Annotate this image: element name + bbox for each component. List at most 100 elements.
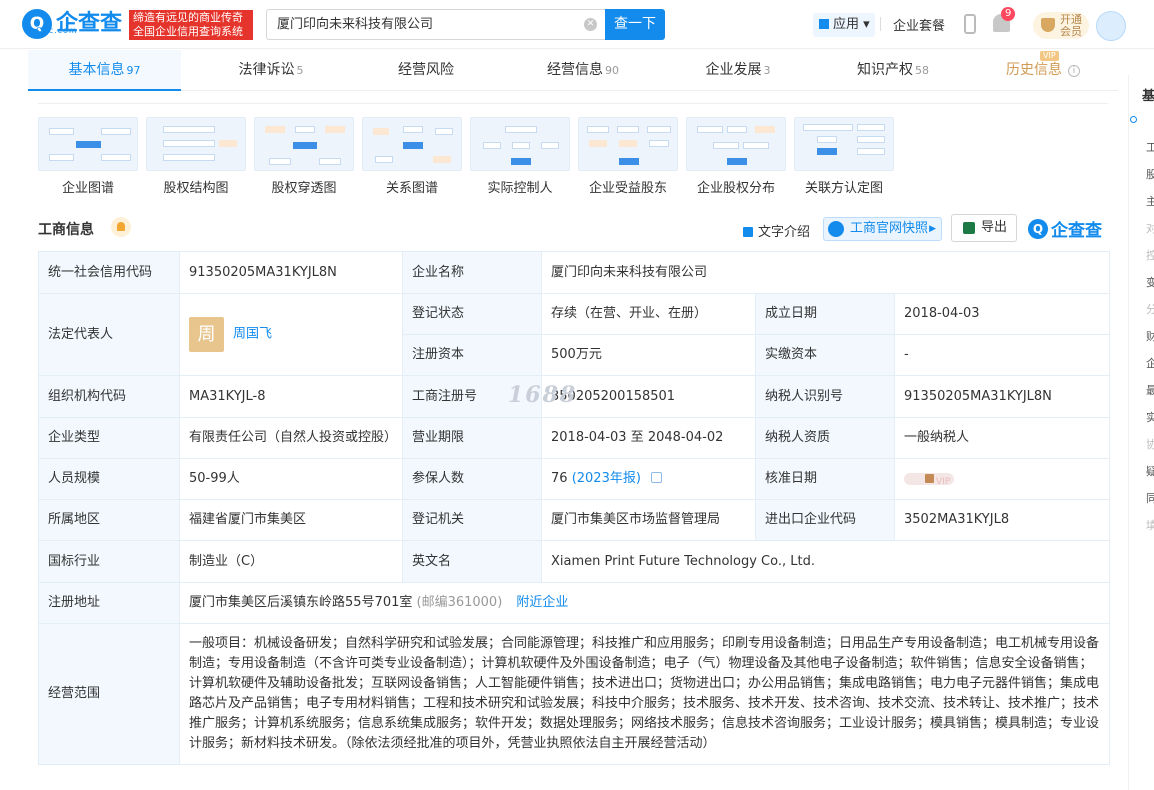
english-name-label: 英文名 xyxy=(402,540,542,583)
brand-text: 企查查 xyxy=(1051,221,1102,241)
vip-locked-value[interactable]: VIP xyxy=(904,472,954,487)
nearby-companies-link[interactable]: 附近企业 xyxy=(516,595,568,610)
document-icon xyxy=(743,227,753,237)
taxpayer-qual-label: 纳税人资质 xyxy=(755,417,895,459)
graph-thumb-equity-distribution[interactable] xyxy=(686,117,786,171)
graph-thumb-related-party[interactable] xyxy=(794,117,894,171)
phone-icon[interactable] xyxy=(964,14,976,34)
arrow-right-icon: ▶ xyxy=(929,224,936,234)
tab-count: 90 xyxy=(605,64,619,77)
tab-development[interactable]: 企业发展 3 xyxy=(678,50,798,91)
tab-basic-info[interactable]: 基本信息 97 xyxy=(28,50,181,91)
company-name-label: 企业名称 xyxy=(402,251,542,294)
tab-history[interactable]: 历史信息 i VIP xyxy=(988,50,1098,91)
snapshot-label: 工商官网快照 xyxy=(850,221,929,236)
graph-label[interactable]: 实际控制人 xyxy=(470,177,570,196)
term-label: 营业期限 xyxy=(402,417,542,459)
logo-mark: Q xyxy=(1028,218,1048,239)
status-label: 登记状态 xyxy=(402,293,542,335)
graph-label[interactable]: 关系图谱 xyxy=(362,177,462,196)
rail-item[interactable]: 工 xyxy=(1146,139,1154,155)
rail-item[interactable]: 企 xyxy=(1146,355,1154,371)
region-value: 福建省厦门市集美区 xyxy=(179,499,403,541)
tab-risk[interactable]: 经营风险 xyxy=(366,50,486,91)
tab-label: 法律诉讼 xyxy=(238,62,295,78)
clear-icon[interactable]: ✕ xyxy=(584,18,597,31)
paid-capital-value: - xyxy=(893,334,1111,376)
graph-label[interactable]: 股权穿透图 xyxy=(254,177,354,196)
suite-link[interactable]: 企业套餐 xyxy=(893,15,945,34)
main-tabs: 基本信息 97 法律诉讼 5 经营风险 经营信息 90 企业发展 3 知识产权 58 历史… xyxy=(28,50,1118,91)
export-label: 导出 xyxy=(981,220,1008,235)
tab-legal[interactable]: 法律诉讼 5 xyxy=(206,50,336,91)
rail-item[interactable]: 分 xyxy=(1146,301,1154,317)
status-value: 存续（在营、开业、在册） xyxy=(541,293,756,335)
edit-icon[interactable] xyxy=(650,472,662,483)
credit-code-value: 91350205MA31KYJL8N xyxy=(179,251,403,294)
insured-year-link[interactable]: (2023年报) xyxy=(572,471,641,486)
graph-thumb-beneficiary[interactable] xyxy=(578,117,678,171)
paid-capital-label: 实缴资本 xyxy=(755,334,895,376)
help-icon[interactable]: i xyxy=(1068,65,1080,77)
search-button[interactable]: 查一下 xyxy=(605,9,665,40)
official-snapshot-button[interactable]: 工商官网快照 ▶ xyxy=(823,217,942,241)
graph-label[interactable]: 关联方认定图 xyxy=(786,177,902,196)
app-menu-button[interactable]: 应用 ▾ xyxy=(813,13,875,37)
rail-item[interactable]: 疑 xyxy=(1146,463,1154,479)
company-type-value: 有限责任公司（自然人投资或控股） xyxy=(179,417,403,459)
graph-label[interactable]: 股权结构图 xyxy=(146,177,246,196)
region-label: 所属地区 xyxy=(38,499,180,541)
graph-thumb-equity-penetration[interactable] xyxy=(254,117,354,171)
rail-item[interactable]: 协 xyxy=(1146,436,1154,452)
slogan-line1: 缔造有远见的商业传奇 xyxy=(133,11,243,24)
graph-thumb-enterprise[interactable] xyxy=(38,117,138,171)
table-row: 所属地区 福建省厦门市集美区 登记机关 厦门市集美区市场监督管理局 进出口企业代… xyxy=(38,499,1111,541)
tab-ip[interactable]: 知识产权 58 xyxy=(833,50,953,91)
text-intro-label: 文字介绍 xyxy=(758,225,811,240)
user-avatar[interactable] xyxy=(1096,11,1126,41)
credit-code-label: 统一社会信用代码 xyxy=(38,251,180,294)
rail-item[interactable]: 变 xyxy=(1146,274,1154,290)
vip-open-button[interactable]: 开通 会员 xyxy=(1033,12,1089,39)
scope-value: 一般项目：机械设备研发；自然科学研究和试验发展；合同能源管理；科技推广和应用服务… xyxy=(178,623,1111,765)
subscribe-bell-icon[interactable] xyxy=(111,217,131,237)
rail-item[interactable]: 主 xyxy=(1146,193,1154,209)
search-input[interactable]: 厦门印向未来科技有限公司 ✕ xyxy=(266,9,605,40)
english-name-value: Xiamen Print Future Technology Co., Ltd. xyxy=(540,540,1111,583)
ie-code-value: 3502MA31KYJL8 xyxy=(893,499,1111,541)
rail-item[interactable]: 对 xyxy=(1146,220,1154,236)
graph-label[interactable]: 企业股权分布 xyxy=(678,177,794,196)
rail-item[interactable]: 实 xyxy=(1146,409,1154,425)
rail-item[interactable]: 填 xyxy=(1146,517,1154,533)
legal-rep-avatar[interactable]: 周 xyxy=(189,317,224,352)
section-nav-rail: 基 工 股 主 对 控 变 分 财 企 最 实 协 疑 同 填 xyxy=(1128,75,1154,790)
table-row: 企业类型 有限责任公司（自然人投资或控股） 营业期限 2018-04-03 至 … xyxy=(38,417,1111,459)
legal-rep-link[interactable]: 周国飞 xyxy=(233,327,272,342)
graph-label[interactable]: 企业受益股东 xyxy=(570,177,686,196)
text-intro-button[interactable]: 文字介绍 xyxy=(743,221,810,240)
export-button[interactable]: 导出 xyxy=(951,214,1017,242)
tab-count: 3 xyxy=(763,64,771,77)
divider xyxy=(38,103,1108,104)
rail-item[interactable]: 最 xyxy=(1146,382,1154,398)
address-cell: 厦门市集美区后溪镇东岭路55号701室 (邮编361000) 附近企业 xyxy=(178,582,1111,624)
table-row: 国标行业 制造业（C） 英文名 Xiamen Print Future Tech… xyxy=(38,540,1111,583)
founded-value: 2018-04-03 xyxy=(893,293,1111,335)
graph-thumb-equity-structure[interactable] xyxy=(146,117,246,171)
rail-item[interactable]: 股 xyxy=(1146,166,1154,182)
insured-label: 参保人数 xyxy=(402,458,542,500)
org-code-label: 组织机构代码 xyxy=(38,375,180,418)
graph-thumb-relation[interactable] xyxy=(362,117,462,171)
ie-code-label: 进出口企业代码 xyxy=(755,499,895,541)
tab-label: 企业发展 xyxy=(705,62,762,78)
active-dot-icon xyxy=(1130,116,1137,123)
rail-item[interactable]: 控 xyxy=(1146,247,1154,263)
address-value: 厦门市集美区后溪镇东岭路55号701室 xyxy=(189,595,413,610)
scope-label: 经营范围 xyxy=(38,623,180,765)
rail-item[interactable]: 财 xyxy=(1146,328,1154,344)
graph-thumb-controller[interactable] xyxy=(470,117,570,171)
graph-label[interactable]: 企业图谱 xyxy=(38,177,138,196)
rail-item[interactable]: 同 xyxy=(1146,490,1154,506)
tab-operation[interactable]: 经营信息 90 xyxy=(518,50,648,91)
slogan-line2: 全国企业信用查询系统 xyxy=(133,25,243,38)
